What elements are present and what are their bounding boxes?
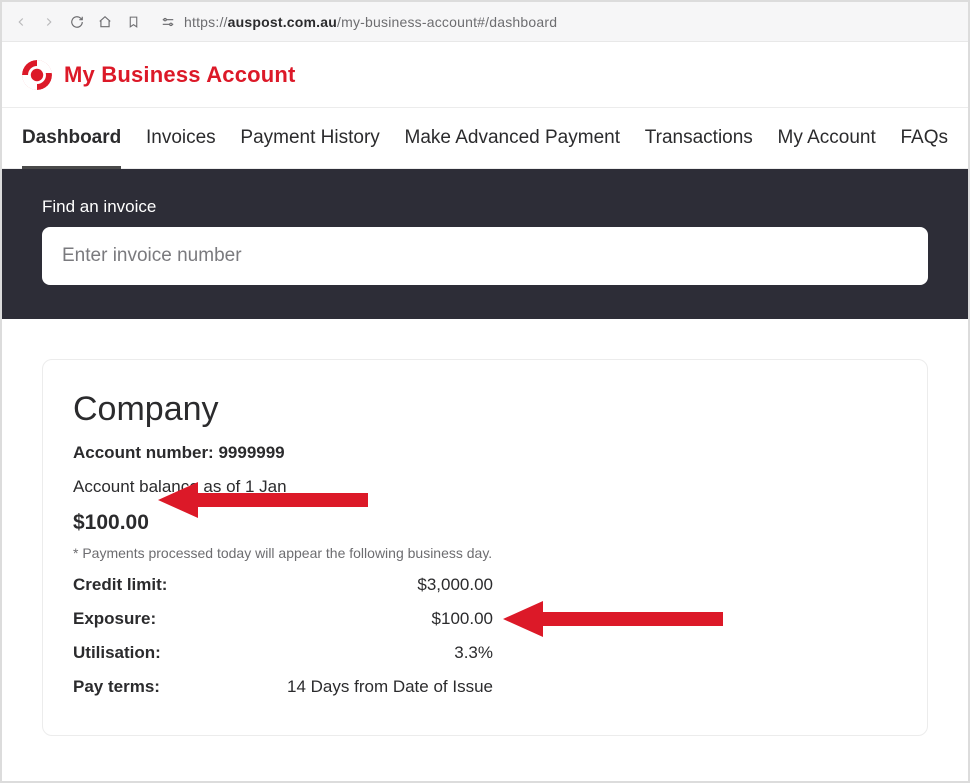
utilisation-label: Utilisation: [73, 643, 161, 663]
credit-limit-value: $3,000.00 [417, 575, 493, 595]
annotation-arrow-utilisation-icon [503, 601, 723, 637]
primary-tabs: Dashboard Invoices Payment History Make … [2, 107, 968, 169]
site-settings-icon[interactable] [160, 14, 176, 30]
exposure-label: Exposure: [73, 609, 156, 629]
utilisation-row: Utilisation: 3.3% [73, 643, 493, 663]
tab-my-account[interactable]: My Account [778, 109, 876, 167]
url-text: https://auspost.com.au/my-business-accou… [184, 14, 557, 30]
pay-terms-label: Pay terms: [73, 677, 160, 697]
annotation-arrow-balance-icon [158, 482, 368, 518]
account-number-label: Account number: [73, 443, 218, 462]
reload-icon[interactable] [68, 13, 86, 31]
tab-payment-history[interactable]: Payment History [240, 109, 379, 167]
invoice-search-label: Find an invoice [42, 197, 928, 217]
url-prefix: https:// [184, 14, 228, 30]
company-card: Company Account number: 9999999 Account … [42, 359, 928, 736]
url-host: auspost.com.au [228, 14, 337, 30]
main-content: Company Account number: 9999999 Account … [2, 319, 968, 758]
back-icon[interactable] [12, 13, 30, 31]
url-path: /my-business-account#/dashboard [337, 14, 557, 30]
app-frame: https://auspost.com.au/my-business-accou… [0, 0, 970, 783]
company-heading: Company [73, 390, 897, 429]
home-icon[interactable] [96, 13, 114, 31]
exposure-value: $100.00 [432, 609, 493, 629]
account-number-value: 9999999 [218, 443, 284, 462]
utilisation-value: 3.3% [454, 643, 493, 663]
tab-dashboard[interactable]: Dashboard [22, 109, 121, 167]
auspost-logo-icon [22, 60, 52, 90]
tab-invoices[interactable]: Invoices [146, 109, 216, 167]
exposure-row: Exposure: $100.00 [73, 609, 493, 629]
invoice-number-input[interactable] [42, 227, 928, 285]
credit-limit-label: Credit limit: [73, 575, 167, 595]
credit-limit-row: Credit limit: $3,000.00 [73, 575, 493, 595]
brand-header: My Business Account [2, 42, 968, 107]
bookmark-icon[interactable] [124, 13, 142, 31]
forward-icon[interactable] [40, 13, 58, 31]
tab-transactions[interactable]: Transactions [645, 109, 753, 167]
tab-faqs[interactable]: FAQs [900, 109, 948, 167]
address-bar[interactable]: https://auspost.com.au/my-business-accou… [152, 14, 958, 30]
tab-make-advanced-payment[interactable]: Make Advanced Payment [405, 109, 620, 167]
account-number-row: Account number: 9999999 [73, 443, 897, 463]
browser-chrome: https://auspost.com.au/my-business-accou… [2, 2, 968, 42]
pay-terms-value: 14 Days from Date of Issue [287, 677, 493, 697]
brand-title: My Business Account [64, 62, 296, 88]
processing-note: * Payments processed today will appear t… [73, 545, 897, 561]
invoice-search-hero: Find an invoice [2, 169, 968, 319]
pay-terms-row: Pay terms: 14 Days from Date of Issue [73, 677, 493, 697]
